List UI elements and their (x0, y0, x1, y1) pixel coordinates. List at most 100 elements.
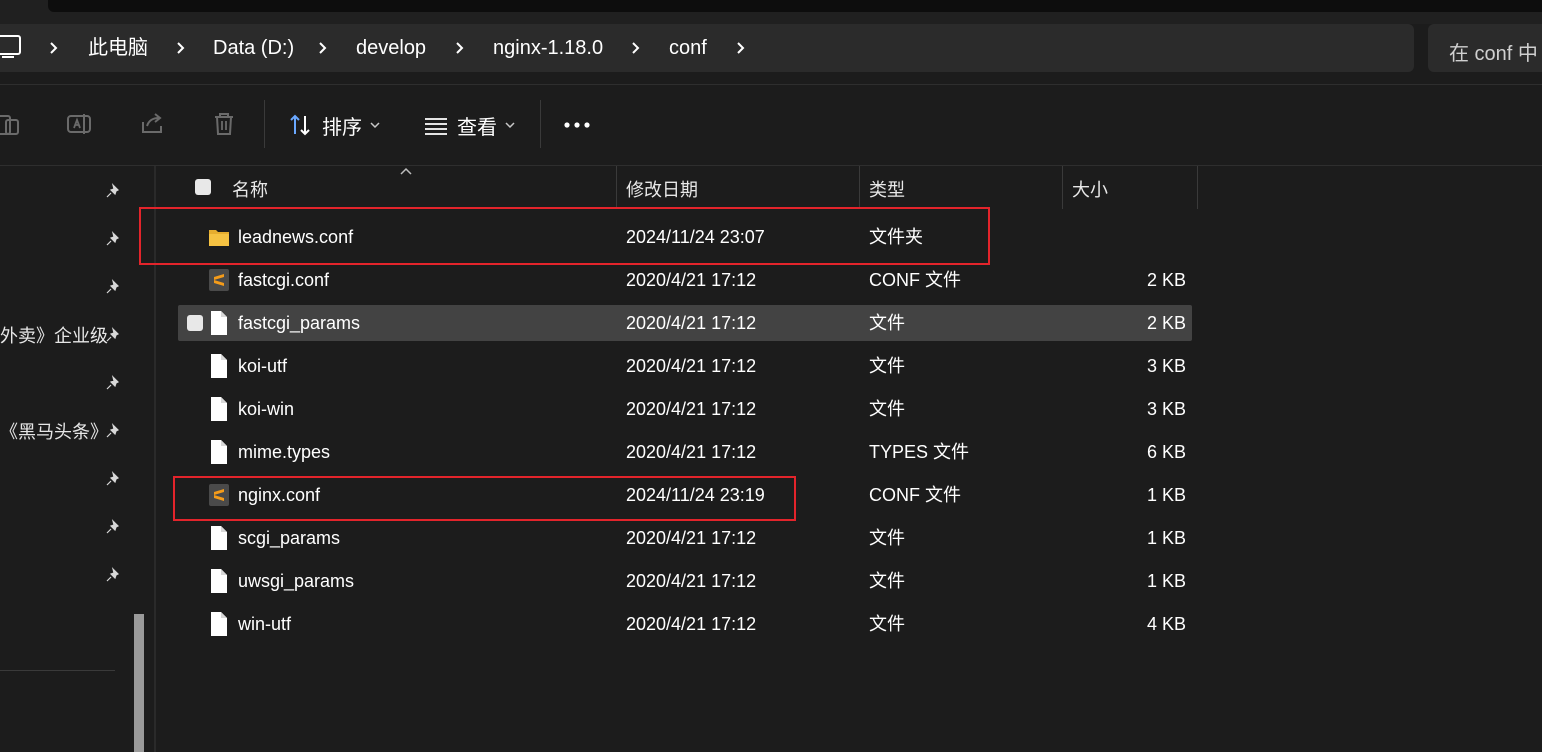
file-icon (211, 311, 227, 335)
pin-icon[interactable] (104, 231, 122, 249)
column-separator[interactable] (616, 166, 617, 209)
column-header-modified[interactable]: 修改日期 (626, 176, 698, 202)
file-name[interactable]: mime.types (238, 440, 330, 464)
file-size: 6 KB (1146, 442, 1186, 462)
file-row[interactable]: fastcgi.conf 2020/4/21 17:12 CONF 文件 2 K… (178, 262, 1192, 298)
file-row[interactable]: fastcgi_params 2020/4/21 17:12 文件 2 KB (178, 305, 1192, 341)
pin-icon[interactable] (104, 567, 122, 585)
sort-ascending-icon (400, 167, 412, 175)
pin-icon[interactable] (104, 423, 122, 441)
pin-icon[interactable] (104, 279, 122, 297)
file-size: 1 KB (1146, 485, 1186, 505)
divider (0, 165, 1542, 166)
select-all-checkbox[interactable] (195, 179, 211, 195)
computer-icon (0, 35, 21, 58)
breadcrumb-item-nginx[interactable]: nginx-1.18.0 (493, 36, 603, 60)
file-icon (211, 397, 227, 421)
window-top-strip (0, 0, 1542, 24)
breadcrumb-item-this-pc[interactable]: 此电脑 (88, 36, 148, 60)
pin-icon[interactable] (104, 471, 122, 489)
view-icon (425, 118, 447, 135)
divider (0, 84, 1542, 85)
file-type: 文件 (869, 528, 905, 548)
delete-icon[interactable] (210, 110, 238, 138)
search-placeholder: 在 conf 中 (1449, 43, 1538, 65)
file-modified: 2020/4/21 17:12 (626, 356, 757, 376)
paste-icon[interactable] (0, 110, 28, 138)
sidebar-scrollbar[interactable] (134, 614, 144, 752)
search-input[interactable]: 在 conf 中 (1428, 24, 1542, 72)
row-checkbox[interactable] (187, 315, 203, 331)
breadcrumb-item-develop[interactable]: develop (356, 36, 426, 60)
view-label: 查看 (457, 116, 497, 139)
column-header-size[interactable]: 大小 (1072, 176, 1108, 202)
file-icon (211, 440, 227, 464)
chevron-down-icon (370, 122, 380, 129)
column-separator[interactable] (1197, 166, 1198, 209)
file-icon (211, 612, 227, 636)
file-row[interactable]: win-utf 2020/4/21 17:12 文件 4 KB (178, 606, 1192, 642)
file-size: 1 KB (1146, 528, 1186, 548)
file-icon (211, 526, 227, 550)
rename-icon[interactable] (66, 110, 94, 138)
file-row[interactable]: mime.types 2020/4/21 17:12 TYPES 文件 6 KB (178, 434, 1192, 470)
file-name[interactable]: fastcgi_params (238, 311, 360, 335)
sort-label: 排序 (322, 116, 362, 139)
file-row[interactable]: scgi_params 2020/4/21 17:12 文件 1 KB (178, 520, 1192, 556)
pin-icon[interactable] (104, 375, 122, 393)
sidebar-divider (0, 670, 115, 671)
breadcrumb-item-data-drive[interactable]: Data (D:) (213, 36, 294, 60)
pin-icon[interactable] (104, 327, 122, 345)
chevron-right-icon (50, 42, 58, 54)
file-icon (211, 569, 227, 593)
file-size: 3 KB (1146, 399, 1186, 419)
file-modified: 2020/4/21 17:12 (626, 442, 757, 462)
chevron-down-icon (505, 122, 515, 129)
file-size: 3 KB (1146, 356, 1186, 376)
view-button[interactable]: 查看 (423, 110, 515, 140)
file-type: 文件 (869, 399, 905, 419)
annotation-highlight-box (139, 207, 990, 265)
file-size: 1 KB (1146, 571, 1186, 591)
file-type: 文件 (869, 313, 905, 333)
pin-icon[interactable] (104, 183, 122, 201)
sort-icon (290, 114, 310, 136)
chevron-right-icon[interactable] (452, 36, 468, 60)
chevron-right-icon[interactable] (628, 36, 644, 60)
column-separator[interactable] (859, 166, 860, 209)
annotation-highlight-box (173, 476, 796, 521)
column-header-name[interactable]: 名称 (232, 176, 268, 202)
column-header-type[interactable]: 类型 (869, 176, 905, 202)
sidebar-item-label[interactable]: 《黑马头条》 (0, 421, 108, 443)
file-name[interactable]: scgi_params (238, 526, 340, 550)
file-name[interactable]: fastcgi.conf (238, 268, 329, 292)
file-row[interactable]: uwsgi_params 2020/4/21 17:12 文件 1 KB (178, 563, 1192, 599)
file-size: 4 KB (1146, 614, 1186, 634)
file-name[interactable]: uwsgi_params (238, 569, 354, 593)
chevron-right-icon[interactable] (173, 36, 189, 60)
chevron-right-icon[interactable] (315, 36, 331, 60)
file-row[interactable]: koi-utf 2020/4/21 17:12 文件 3 KB (178, 348, 1192, 384)
file-name[interactable]: koi-win (238, 397, 294, 421)
pin-icon[interactable] (104, 519, 122, 537)
breadcrumb-item-conf[interactable]: conf (669, 36, 707, 60)
column-separator[interactable] (1062, 166, 1063, 209)
share-icon[interactable] (139, 110, 167, 138)
file-modified: 2020/4/21 17:12 (626, 399, 757, 419)
file-row[interactable]: koi-win 2020/4/21 17:12 文件 3 KB (178, 391, 1192, 427)
more-options-icon[interactable] (563, 118, 591, 132)
file-modified: 2020/4/21 17:12 (626, 571, 757, 591)
file-type: 文件 (869, 614, 905, 634)
file-type: 文件 (869, 571, 905, 591)
file-icon (211, 354, 227, 378)
file-size: 2 KB (1146, 313, 1186, 333)
file-name[interactable]: win-utf (238, 612, 291, 636)
sublime-file-icon (209, 269, 229, 291)
file-modified: 2020/4/21 17:12 (626, 614, 757, 634)
chevron-right-icon[interactable] (733, 36, 749, 60)
file-size: 2 KB (1146, 270, 1186, 290)
sort-button[interactable]: 排序 (288, 110, 380, 140)
sidebar-item-label[interactable]: 外卖》企业级 (0, 325, 108, 347)
file-name[interactable]: koi-utf (238, 354, 287, 378)
toolbar-separator (540, 100, 541, 148)
